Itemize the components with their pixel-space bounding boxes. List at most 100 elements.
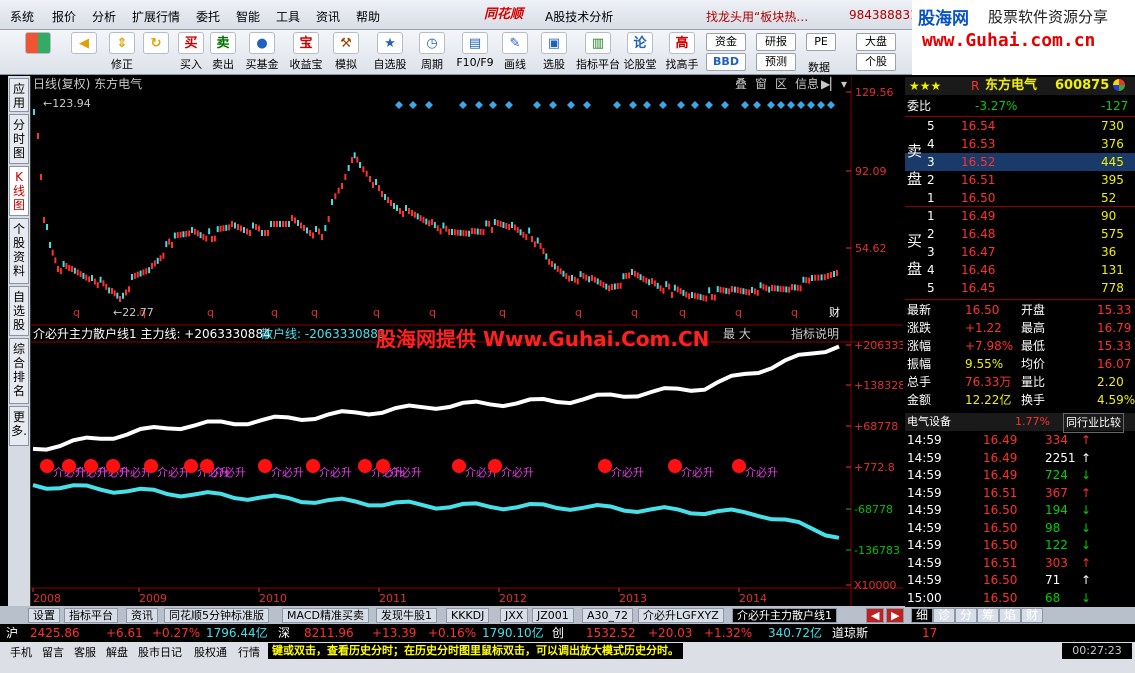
ask-row[interactable]: 2 16.51 395 [905, 171, 1135, 189]
tick-row[interactable]: 14:59 16.50 122 ↓ [905, 536, 1135, 554]
tab-jz001[interactable]: JZ001 [532, 608, 574, 623]
status-quote[interactable]: 行情 [238, 644, 260, 660]
panel-tab[interactable]: 细 [911, 608, 934, 623]
tab-kkkdj[interactable]: KKKDJ [446, 608, 490, 623]
pe-button[interactable]: PE [806, 33, 836, 51]
forecast-button[interactable]: 预测 [756, 53, 796, 71]
scroll-left-icon[interactable]: ◀ [866, 608, 885, 623]
fin-marker[interactable]: 财 [829, 305, 840, 319]
panel-tab[interactable]: 焰 [999, 608, 1022, 623]
tick-row[interactable]: 14:59 16.50 98 ↓ [905, 519, 1135, 537]
bid-row[interactable]: 1 16.49 90 [905, 207, 1135, 225]
maximize-button[interactable]: 最 大 [723, 327, 751, 341]
watchlist-button[interactable]: ★ 自选股 [370, 32, 410, 73]
menu-help[interactable]: 帮助 [356, 8, 380, 25]
tab-settings[interactable]: 设置 [28, 608, 60, 623]
ask-row[interactable]: 5 16.54 730 [905, 117, 1135, 135]
bid-row[interactable]: 4 16.46 131 [905, 261, 1135, 279]
scroll-right-icon[interactable]: ▶ [886, 608, 905, 623]
overlay-button[interactable]: 叠 [735, 77, 747, 91]
forum-button[interactable]: 论 论股堂 [622, 32, 658, 73]
tick-row[interactable]: 14:59 16.50 71 ↑ [905, 571, 1135, 589]
tab-intraday[interactable]: 分时图 [9, 114, 29, 164]
screener-button[interactable]: ▣ 选股 [536, 32, 572, 73]
draw-button[interactable]: ✎ 画线 [498, 32, 532, 73]
panel-tab[interactable]: 诊 [933, 608, 956, 623]
industry-name[interactable]: 电气设备 [907, 413, 951, 431]
status-equity[interactable]: 股权通 [194, 644, 227, 660]
status-service[interactable]: 客服 [74, 644, 96, 660]
buy-button[interactable]: 买 买入 [176, 32, 206, 73]
menu-news[interactable]: 资讯 [316, 8, 340, 25]
stat-row[interactable]: 最新 16.50 开盘 15.33 [905, 301, 1135, 319]
menu-system[interactable]: 系统 [10, 8, 34, 25]
layout-button[interactable] [22, 32, 54, 73]
indicator-platform-button[interactable]: ▥ 指标平台 [576, 32, 620, 73]
kline-chart[interactable]: 129.56 92.09 54.62 +206333 +138328 +68778 +772… [31, 76, 903, 606]
sell-button[interactable]: 卖 卖出 [208, 32, 238, 73]
status-commentary[interactable]: 解盘 [106, 644, 128, 660]
tab-bull[interactable]: 发现牛股1 [376, 608, 437, 623]
bid-row[interactable]: 3 16.47 36 [905, 243, 1135, 261]
bbd-button[interactable]: BBD [706, 53, 746, 71]
f10-button[interactable]: ▤ F10/F9 [454, 32, 496, 73]
bid-row[interactable]: 2 16.48 575 [905, 225, 1135, 243]
tick-row[interactable]: 14:59 16.50 194 ↓ [905, 501, 1135, 519]
simulate-button[interactable]: ⚒ 模拟 [330, 32, 362, 73]
earnings-button[interactable]: 宝 收益宝 [286, 32, 326, 73]
panel-tab[interactable]: 筹 [977, 608, 1000, 623]
panel-tab[interactable]: 分 [955, 608, 978, 623]
status-mobile[interactable]: 手机 [10, 644, 32, 660]
indicator-help-button[interactable]: 指标说明 [791, 326, 839, 341]
tick-row[interactable]: 15:00 16.50 68 ↓ [905, 589, 1135, 607]
market-button[interactable]: 大盘 [856, 33, 896, 51]
stat-row[interactable]: 金额 12.22亿 换手 4.59% [905, 391, 1135, 409]
panel-tab[interactable]: 财 [1021, 608, 1044, 623]
play-icon[interactable]: ▶▏ [821, 76, 839, 91]
status-message-board[interactable]: 留言 [42, 644, 64, 660]
chart-area[interactable]: 129.56 92.09 54.62 +206333 +138328 +68778 +772… [30, 76, 903, 606]
window-button[interactable]: 窗 [755, 77, 767, 91]
stat-row[interactable]: 总手 76.33万 量比 2.20 [905, 373, 1135, 391]
capital-button[interactable]: 资金 [706, 33, 746, 51]
tick-row[interactable]: 14:59 16.49 2251 ↑ [905, 449, 1135, 467]
refresh-button[interactable]: ↻ [140, 32, 172, 73]
tab-jxx[interactable]: JXX [500, 608, 529, 623]
stat-row[interactable]: 涨跌 +1.22 最高 16.79 [905, 319, 1135, 337]
stat-row[interactable]: 涨幅 +7.98% 最低 15.33 [905, 337, 1135, 355]
data-label[interactable]: 数据 [808, 59, 830, 75]
tab-macd[interactable]: MACD精准买卖 [282, 608, 369, 623]
buy-fund-button[interactable]: ● 买基金 [242, 32, 282, 73]
tab-lgfxyz[interactable]: 介必升LGFXYZ [638, 608, 724, 623]
peer-compare-button[interactable]: 同行业比较 [1063, 413, 1124, 433]
menu-extended[interactable]: 扩展行情 [132, 8, 180, 25]
tick-row[interactable]: 14:59 16.49 724 ↓ [905, 466, 1135, 484]
pie-icon[interactable] [1113, 79, 1125, 91]
tab-watchlist[interactable]: 自选股 [9, 286, 29, 336]
tick-row[interactable]: 14:59 16.51 303 ↑ [905, 554, 1135, 572]
stock-button[interactable]: 个股 [856, 53, 896, 71]
tab-apps[interactable]: 应用 [9, 78, 29, 112]
ask-row[interactable]: 4 16.53 376 [905, 135, 1135, 153]
dropdown-icon[interactable]: ▾ [841, 77, 847, 91]
bid-row[interactable]: 5 16.45 778 [905, 279, 1135, 297]
tab-indicator-platform[interactable]: 指标平台 [64, 608, 118, 623]
menu-smart[interactable]: 智能 [236, 8, 260, 25]
tab-kline[interactable]: K线图 [9, 166, 29, 216]
tab-more[interactable]: 更多. [9, 406, 29, 446]
adjust-button[interactable]: ⇕ 修正 [106, 32, 138, 73]
info-button[interactable]: 信息 [795, 76, 819, 91]
menu-analysis[interactable]: 分析 [92, 8, 116, 25]
tab-a30[interactable]: A30_72 [582, 608, 634, 623]
menu-quote[interactable]: 报价 [52, 8, 76, 25]
period-button[interactable]: ◷ 周期 [414, 32, 450, 73]
ask-row[interactable]: 3 16.52 445 [905, 153, 1135, 171]
expert-button[interactable]: 高 找高手 [662, 32, 702, 73]
menu-trade[interactable]: 委托 [196, 8, 220, 25]
menu-tools[interactable]: 工具 [276, 8, 300, 25]
stat-row[interactable]: 振幅 9.55% 均价 16.07 [905, 355, 1135, 373]
tab-main-retail[interactable]: 介必升主力散户线1 [732, 608, 837, 623]
tick-row[interactable]: 14:59 16.49 334 ↑ [905, 431, 1135, 449]
tab-ranking[interactable]: 综合排名 [9, 338, 29, 404]
ask-row[interactable]: 1 16.50 52 [905, 189, 1135, 207]
